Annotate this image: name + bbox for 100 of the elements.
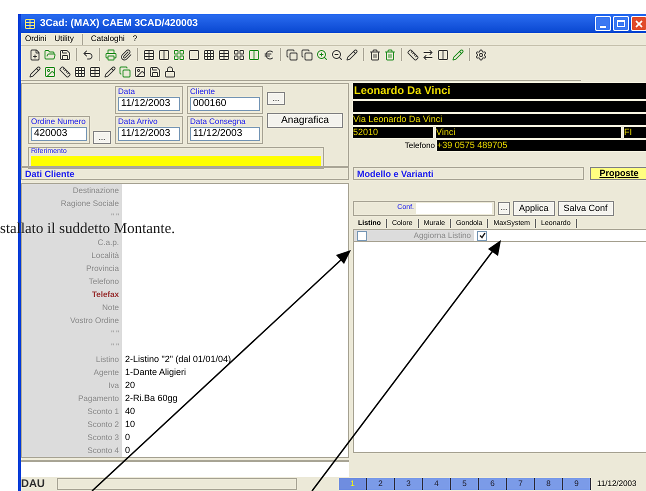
customer-city: Vinci [436, 127, 621, 138]
toolbar-icon[interactable] [203, 48, 215, 60]
phone-label: Telefono [404, 140, 435, 151]
toolbar-icon[interactable] [74, 66, 86, 78]
browse-button[interactable]: ... [93, 131, 111, 144]
toolbar-icon[interactable] [218, 48, 230, 60]
toolbar-icon[interactable] [158, 48, 170, 60]
toolbar-icon[interactable] [29, 66, 41, 78]
customer-address: Via Leonardo Da Vinci [353, 114, 646, 125]
checkmark-icon [478, 232, 486, 239]
toolbar-icon[interactable] [233, 48, 245, 60]
toolbar-icon[interactable] [475, 48, 487, 60]
field-label: C.a.p. [98, 238, 119, 247]
input-field[interactable]: 420003 [31, 127, 87, 141]
field-label: Ordine Numero [31, 117, 87, 127]
browse-button[interactable]: ... [267, 92, 285, 105]
toolbar-icon[interactable] [437, 48, 449, 60]
menu-item[interactable]: Utility [54, 33, 74, 45]
input-field[interactable]: 000160 [190, 97, 260, 111]
menu-item[interactable]: ? [132, 33, 138, 45]
page-tab[interactable]: 9 [563, 478, 591, 490]
field-label: " " [111, 342, 119, 351]
field-label: Sconto 1 [87, 407, 119, 416]
toolbar-icon[interactable] [89, 66, 101, 78]
page-tab[interactable]: 6 [479, 478, 507, 490]
window-title: 3Cad: (MAX) CAEM 3CAD/420003 [40, 17, 198, 31]
toolbar-icon[interactable] [143, 48, 155, 60]
toolbar-icon[interactable] [407, 48, 419, 60]
field-value: 20 [125, 380, 136, 390]
field-label: Data [118, 87, 136, 97]
field-label: Pagamento [78, 394, 119, 403]
customer-name: Leonardo Da Vinci [353, 83, 646, 99]
input-field[interactable]: 11/12/2003 [190, 127, 260, 141]
toolbar-icon[interactable] [263, 48, 275, 60]
postal-code: 52010 [353, 127, 433, 138]
toolbar-icon[interactable] [82, 48, 94, 60]
field-label: " " [111, 329, 119, 338]
field-label: Telefax [92, 290, 119, 299]
maximize-button[interactable] [613, 16, 629, 31]
field-value: 2-Ri.Ba 60gg [125, 393, 178, 403]
toolbar-icon[interactable] [188, 48, 200, 60]
toolbar-icon[interactable] [331, 48, 343, 60]
field-label: Cliente [190, 87, 216, 97]
menu-item[interactable]: Cataloghi [90, 33, 125, 45]
field-label: Destinazione [72, 186, 119, 195]
notes-field[interactable] [21, 460, 349, 477]
checkbox[interactable] [477, 230, 487, 240]
field-value: 0 [125, 445, 130, 455]
toolbar-icon[interactable] [422, 48, 434, 60]
toolbar-icon[interactable] [286, 48, 298, 60]
input-field[interactable]: 11/12/2003 [118, 127, 180, 141]
field-value: 10 [125, 419, 136, 429]
browse-button[interactable]: ... [498, 202, 510, 214]
field-value: 2-Listino "2" (dal 01/01/04) [125, 354, 231, 364]
reference-field[interactable] [31, 156, 321, 166]
field-value: 1-Dante Aligieri [125, 367, 186, 377]
status-date: 11/12/2003 [596, 478, 638, 490]
field-label: Località [91, 251, 119, 260]
customer-province: FI [624, 127, 646, 138]
field-label: Iva [108, 381, 119, 390]
field-label: Note [102, 303, 119, 312]
page-tab[interactable]: 3 [395, 478, 423, 490]
option-label: Aggiorna Listino [414, 230, 472, 242]
toolbar-icon[interactable] [164, 66, 176, 78]
field-label: Ragione Sociale [60, 199, 119, 208]
anagrafica-button[interactable]: Anagrafica [267, 113, 343, 128]
page-tab[interactable]: 2 [367, 478, 395, 490]
toolbar-icon[interactable] [149, 66, 161, 78]
logo: DAU [21, 478, 46, 490]
page-tab[interactable]: 7 [507, 478, 535, 490]
section-header: Dati Cliente [21, 167, 349, 180]
field-label: Sconto 2 [87, 420, 119, 429]
toolbar-icon[interactable] [59, 48, 71, 60]
toolbar-icon[interactable] [369, 48, 381, 60]
field-value: 40 [125, 406, 136, 416]
input-field[interactable]: 11/12/2003 [118, 97, 180, 111]
menu-item[interactable]: Ordini [25, 33, 46, 45]
field-label: Data Arrivo [118, 117, 159, 127]
action-button[interactable]: Applica [513, 200, 555, 216]
toolbar-icon[interactable] [120, 48, 132, 60]
page-tab[interactable]: 4 [423, 478, 451, 490]
page-tab[interactable]: 5 [451, 478, 479, 490]
action-button[interactable]: Salva Conf [558, 200, 614, 216]
field-label: Listino [96, 355, 119, 364]
field-label: Provincia [86, 264, 119, 273]
app-icon [24, 18, 36, 30]
minimize-button[interactable] [595, 16, 611, 31]
field-value: 0 [125, 432, 130, 442]
field-label: Sconto 4 [87, 446, 119, 455]
close-button[interactable] [631, 16, 646, 31]
field-label: " " [111, 212, 119, 221]
toolbar-icon[interactable] [301, 48, 313, 60]
checkbox[interactable] [357, 230, 367, 240]
toolbar-icon[interactable] [346, 48, 358, 60]
toolbar-icon[interactable] [134, 66, 146, 78]
toolbar-icon[interactable] [59, 66, 71, 78]
proposals-button[interactable]: Proposte [590, 167, 646, 180]
toolbar-icon[interactable] [104, 66, 116, 78]
page-tab[interactable]: 8 [535, 478, 563, 490]
toolbar-icon[interactable] [29, 48, 41, 60]
